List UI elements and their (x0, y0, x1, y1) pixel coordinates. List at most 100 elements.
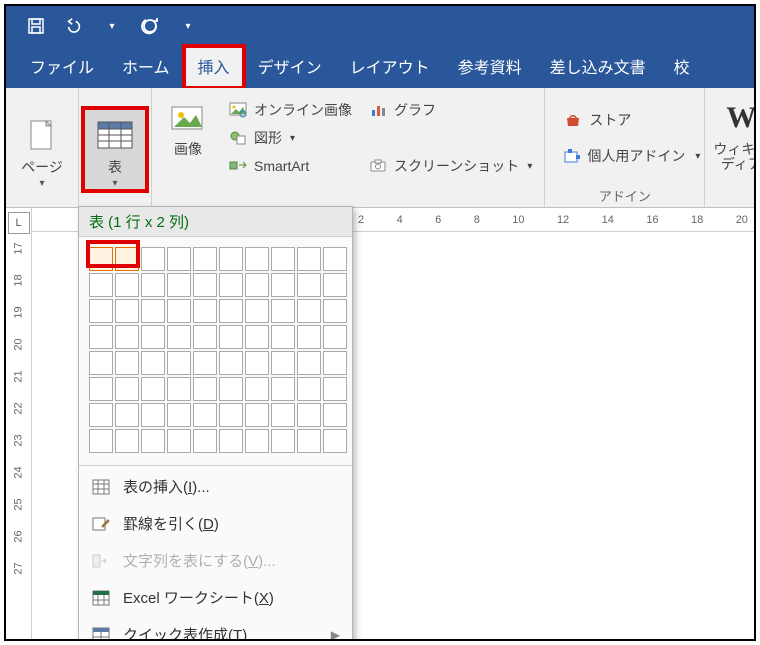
grid-cell[interactable] (271, 299, 295, 323)
shapes-button[interactable]: 図形▾ (222, 124, 358, 152)
grid-cell[interactable] (271, 403, 295, 427)
grid-cell[interactable] (115, 377, 139, 401)
grid-cell[interactable] (193, 351, 217, 375)
grid-cell[interactable] (141, 351, 165, 375)
grid-cell[interactable] (297, 377, 321, 401)
grid-cell[interactable] (115, 429, 139, 453)
grid-cell[interactable] (271, 429, 295, 453)
grid-cell[interactable] (245, 273, 269, 297)
grid-cell[interactable] (167, 299, 191, 323)
grid-cell[interactable] (245, 403, 269, 427)
grid-cell[interactable] (193, 299, 217, 323)
grid-cell[interactable] (245, 325, 269, 349)
grid-cell[interactable] (323, 247, 347, 271)
tab-references[interactable]: 参考資料 (444, 46, 536, 88)
grid-cell[interactable] (323, 325, 347, 349)
grid-cell[interactable] (245, 299, 269, 323)
grid-cell[interactable] (219, 273, 243, 297)
grid-cell[interactable] (245, 429, 269, 453)
insert-table-item[interactable]: 表の挿入(I)... (79, 468, 352, 505)
grid-cell[interactable] (219, 247, 243, 271)
grid-cell[interactable] (193, 247, 217, 271)
grid-cell[interactable] (219, 403, 243, 427)
smartart-button[interactable]: SmartArt (222, 152, 358, 180)
grid-cell[interactable] (297, 247, 321, 271)
grid-cell[interactable] (271, 247, 295, 271)
grid-cell[interactable] (297, 429, 321, 453)
excel-worksheet-item[interactable]: Excel ワークシート(X) (79, 579, 352, 616)
grid-cell[interactable] (115, 299, 139, 323)
grid-cell[interactable] (115, 351, 139, 375)
grid-cell[interactable] (89, 351, 113, 375)
grid-cell[interactable] (323, 351, 347, 375)
table-size-grid[interactable] (79, 237, 352, 463)
grid-cell[interactable] (115, 403, 139, 427)
chart-button[interactable]: グラフ (362, 96, 538, 124)
grid-cell[interactable] (193, 429, 217, 453)
grid-cell[interactable] (323, 299, 347, 323)
tab-design[interactable]: デザイン (244, 46, 336, 88)
grid-cell[interactable] (141, 325, 165, 349)
grid-cell[interactable] (167, 377, 191, 401)
tab-file[interactable]: ファイル (16, 46, 108, 88)
grid-cell[interactable] (323, 403, 347, 427)
grid-cell[interactable] (219, 299, 243, 323)
grid-cell[interactable] (271, 273, 295, 297)
grid-cell[interactable] (323, 429, 347, 453)
qat-customize-icon[interactable]: ▾ (178, 16, 198, 36)
grid-cell[interactable] (141, 403, 165, 427)
grid-cell[interactable] (115, 247, 139, 271)
grid-cell[interactable] (297, 351, 321, 375)
grid-cell[interactable] (141, 429, 165, 453)
grid-cell[interactable] (219, 351, 243, 375)
tab-mailings[interactable]: 差し込み文書 (536, 46, 660, 88)
grid-cell[interactable] (271, 325, 295, 349)
grid-cell[interactable] (167, 403, 191, 427)
page-button[interactable]: ページ ▾ (12, 110, 72, 188)
grid-cell[interactable] (167, 351, 191, 375)
grid-cell[interactable] (219, 377, 243, 401)
grid-cell[interactable] (167, 273, 191, 297)
grid-cell[interactable] (297, 403, 321, 427)
grid-cell[interactable] (89, 325, 113, 349)
grid-cell[interactable] (297, 299, 321, 323)
grid-cell[interactable] (167, 247, 191, 271)
grid-cell[interactable] (245, 351, 269, 375)
grid-cell[interactable] (115, 325, 139, 349)
store-button[interactable]: ストア (557, 106, 698, 134)
tab-home[interactable]: ホーム (108, 46, 184, 88)
grid-cell[interactable] (89, 377, 113, 401)
grid-cell[interactable] (219, 429, 243, 453)
grid-cell[interactable] (167, 429, 191, 453)
tab-review[interactable]: 校 (660, 46, 704, 88)
screenshot-button[interactable]: スクリーンショット▾ (362, 152, 538, 180)
draw-table-item[interactable]: 罫線を引く(D) (79, 505, 352, 542)
redo-icon[interactable] (140, 16, 160, 36)
undo-dropdown-icon[interactable]: ▾ (102, 16, 122, 36)
grid-cell[interactable] (193, 403, 217, 427)
tab-insert[interactable]: 挿入 (184, 46, 244, 88)
grid-cell[interactable] (141, 377, 165, 401)
wikipedia-button[interactable]: W ウィキペディア (711, 92, 756, 173)
save-icon[interactable] (26, 16, 46, 36)
undo-icon[interactable] (64, 16, 84, 36)
grid-cell[interactable] (219, 325, 243, 349)
grid-cell[interactable] (167, 325, 191, 349)
grid-cell[interactable] (141, 299, 165, 323)
grid-cell[interactable] (193, 325, 217, 349)
grid-cell[interactable] (271, 351, 295, 375)
grid-cell[interactable] (89, 299, 113, 323)
grid-cell[interactable] (297, 273, 321, 297)
online-picture-button[interactable]: オンライン画像 (222, 96, 358, 124)
grid-cell[interactable] (89, 403, 113, 427)
grid-cell[interactable] (271, 377, 295, 401)
grid-cell[interactable] (89, 429, 113, 453)
grid-cell[interactable] (89, 247, 113, 271)
myaddins-button[interactable]: 個人用アドイン▾ (557, 142, 698, 170)
grid-cell[interactable] (323, 377, 347, 401)
tab-layout[interactable]: レイアウト (336, 46, 444, 88)
grid-cell[interactable] (141, 273, 165, 297)
grid-cell[interactable] (115, 273, 139, 297)
picture-button[interactable]: 画像 (158, 92, 218, 157)
grid-cell[interactable] (141, 247, 165, 271)
